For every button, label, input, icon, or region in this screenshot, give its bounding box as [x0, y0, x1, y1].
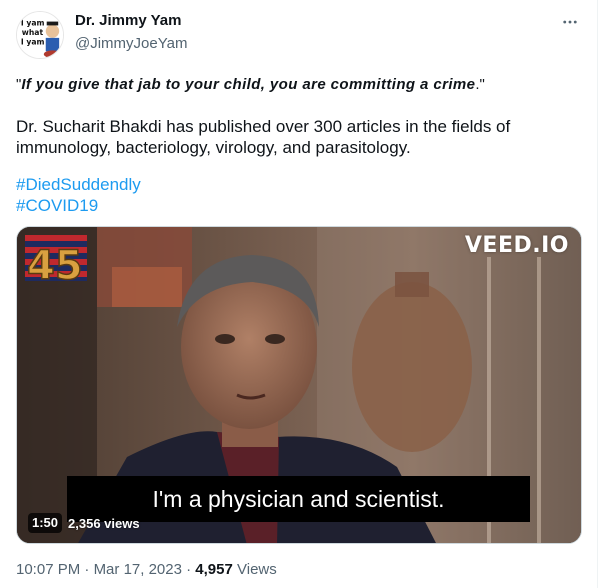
video-views: 2,356 views — [68, 515, 140, 531]
avatar-text-line3: I yam — [21, 38, 45, 47]
tweet-date[interactable]: Mar 17, 2023 — [94, 561, 182, 578]
view-count: 4,957 — [195, 561, 233, 578]
avatar[interactable]: I yam what I yam — [16, 11, 64, 59]
tweet-quote: "If you give that jab to your child, you… — [16, 75, 576, 95]
hashtag-link-diedsuddendly[interactable]: #DiedSuddendly — [16, 174, 141, 195]
video-player[interactable]: 45 VEED.IO I'm a physician and scientist… — [16, 226, 582, 544]
author-handle[interactable]: @JimmyJoeYam — [75, 35, 187, 52]
separator: · — [186, 561, 192, 578]
tweet-card: I yam what I yam Dr. Jimmy Yam @JimmyJoe… — [0, 0, 598, 588]
video-duration: 1:50 — [28, 513, 63, 533]
video-info: 1:50 2,356 views — [28, 513, 140, 533]
more-horizontal-icon — [563, 20, 577, 24]
quote-text: If you give that jab to your child, you … — [21, 76, 476, 93]
veed-watermark: VEED.IO — [464, 233, 569, 258]
author-name[interactable]: Dr. Jimmy Yam — [75, 12, 181, 29]
hashtag-link-covid19[interactable]: #COVID19 — [16, 195, 98, 216]
tweet-metadata: 10:07 PM · Mar 17, 2023 · 4,957 Views — [16, 561, 277, 578]
avatar-text-line1: I yam — [21, 18, 45, 27]
more-options-button[interactable] — [558, 12, 582, 32]
logo-45-text: 45 — [27, 243, 83, 289]
avatar-text-line2: what — [22, 28, 44, 37]
quote-close-mark: ." — [475, 76, 485, 93]
tweet-paragraph: Dr. Sucharit Bhakdi has published over 3… — [16, 117, 511, 157]
tweet-time[interactable]: 10:07 PM — [16, 561, 80, 578]
separator: · — [84, 561, 90, 578]
views-label: Views — [237, 561, 277, 578]
avatar-image: I yam what I yam — [17, 12, 63, 58]
